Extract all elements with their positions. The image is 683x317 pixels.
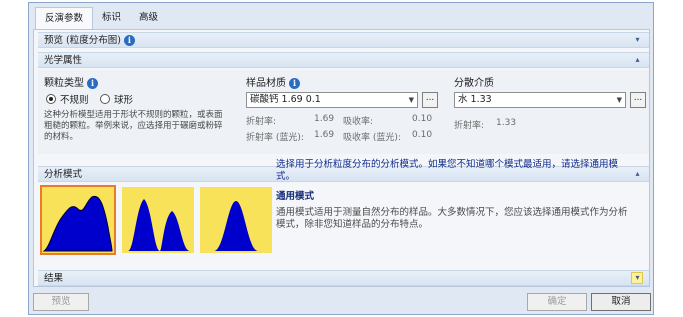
single-narrow-distribution-graphic: [214, 201, 258, 251]
cancel-button[interactable]: 取消: [591, 293, 651, 311]
optical-section-header[interactable]: 光学属性 ▴: [38, 52, 649, 68]
optical-properties-panel: 颗粒类型 i 不规则 球形 这种分析模型适用于形状不规则的颗粒，或表面粗糙的颗粒。…: [38, 70, 649, 154]
absorption-value: 0.10: [412, 114, 433, 124]
result-section-header[interactable]: 结果 ▾: [38, 270, 649, 286]
analysis-mode-description: 选择用于分析粒度分布的分析模式。如果您不知道哪个模式最适用，请选择通用模式。 通…: [276, 159, 636, 231]
particle-type-label: 颗粒类型 i: [44, 74, 98, 89]
preview-section-title: 预览 (粒度分布图) i: [44, 34, 135, 48]
radio-unselected-icon: [100, 94, 110, 104]
ok-button[interactable]: 确定: [527, 293, 587, 311]
dispersant-more-button[interactable]: ...: [630, 92, 646, 108]
expand-chevron-icon[interactable]: ▾: [631, 272, 643, 284]
radio-selected-icon: [46, 94, 56, 104]
refractive-index-label: 折射率:: [246, 117, 277, 127]
tab-inversion-params[interactable]: 反演参数: [35, 7, 94, 29]
sample-material-label: 样品材质 i: [246, 74, 300, 89]
tab-bar: 反演参数 标识 高级: [35, 7, 167, 29]
radio-irregular-label: 不规则: [60, 95, 89, 106]
dispersant-refractive-index-label: 折射率:: [454, 121, 485, 131]
info-icon[interactable]: i: [87, 77, 98, 89]
absorption-blue-label: 吸收率 (蓝光):: [343, 133, 401, 143]
single-narrow-mode-icon[interactable]: [200, 187, 272, 253]
info-icon[interactable]: i: [289, 77, 300, 89]
preview-button[interactable]: 预览: [33, 293, 89, 311]
selected-mode-description: 通用模式适用于测量自然分布的样品。大多数情况下，您应该选择通用模式作为分析模式，…: [276, 207, 628, 230]
collapse-chevron-icon[interactable]: ▴: [631, 53, 643, 67]
result-section-title: 结果: [44, 273, 64, 284]
info-icon[interactable]: i: [123, 35, 135, 46]
radio-spherical-label: 球形: [114, 95, 134, 106]
dropdown-arrow-icon: ▼: [616, 96, 622, 104]
tab-identification[interactable]: 标识: [93, 7, 130, 29]
tab-advanced[interactable]: 高级: [130, 7, 167, 29]
dispersant-select[interactable]: 水 1.33 ▼: [454, 92, 626, 108]
particle-type-description: 这种分析模型适用于形状不规则的颗粒，或表面粗糙的颗粒。举例来说，应选择用于碾磨或…: [44, 110, 223, 142]
expand-chevron-icon[interactable]: ▾: [631, 33, 643, 47]
sample-material-select[interactable]: 碳酸钙 1.69 0.1 ▼: [246, 92, 418, 108]
optical-section-title: 光学属性: [44, 55, 83, 66]
absorption-label: 吸收率:: [343, 117, 374, 127]
preview-section-header[interactable]: 预览 (粒度分布图) i ▾: [38, 32, 649, 48]
refractive-index-value: 1.69: [314, 114, 335, 124]
multiple-narrow-distribution-graphic: [128, 199, 190, 251]
sample-material-more-button[interactable]: ...: [422, 92, 438, 108]
multiple-narrow-modes-icon[interactable]: [122, 187, 194, 253]
dispersant-refractive-index-value: 1.33: [496, 118, 517, 128]
dispersant-value: 水 1.33: [458, 94, 492, 105]
analysis-mode-section-title: 分析模式: [44, 169, 83, 180]
refractive-index-blue-label: 折射率 (蓝光):: [246, 133, 304, 143]
general-purpose-distribution-graphic: [42, 195, 113, 252]
radio-spherical[interactable]: 球形: [100, 92, 133, 106]
dispersant-label: 分散介质: [454, 78, 494, 89]
tab-content: 预览 (粒度分布图) i ▾ 光学属性 ▴ 颗粒类型 i 不规则 球形 这种分析模型…: [33, 29, 650, 287]
general-purpose-mode-icon[interactable]: [40, 185, 116, 255]
refractive-index-blue-value: 1.69: [314, 130, 335, 140]
dropdown-arrow-icon: ▼: [408, 96, 414, 104]
absorption-blue-value: 0.10: [412, 130, 433, 140]
sample-material-value: 碳酸钙 1.69 0.1: [250, 94, 321, 105]
dialog-frame: 反演参数 标识 高级 预览 (粒度分布图) i ▾ 光学属性 ▴ 颗粒类型 i 不规…: [28, 2, 654, 315]
analysis-mode-instruction: 选择用于分析粒度分布的分析模式。如果您不知道哪个模式最适用，请选择通用模式。: [276, 159, 619, 182]
radio-irregular[interactable]: 不规则: [46, 92, 89, 106]
selected-mode-title: 通用模式: [276, 191, 315, 202]
